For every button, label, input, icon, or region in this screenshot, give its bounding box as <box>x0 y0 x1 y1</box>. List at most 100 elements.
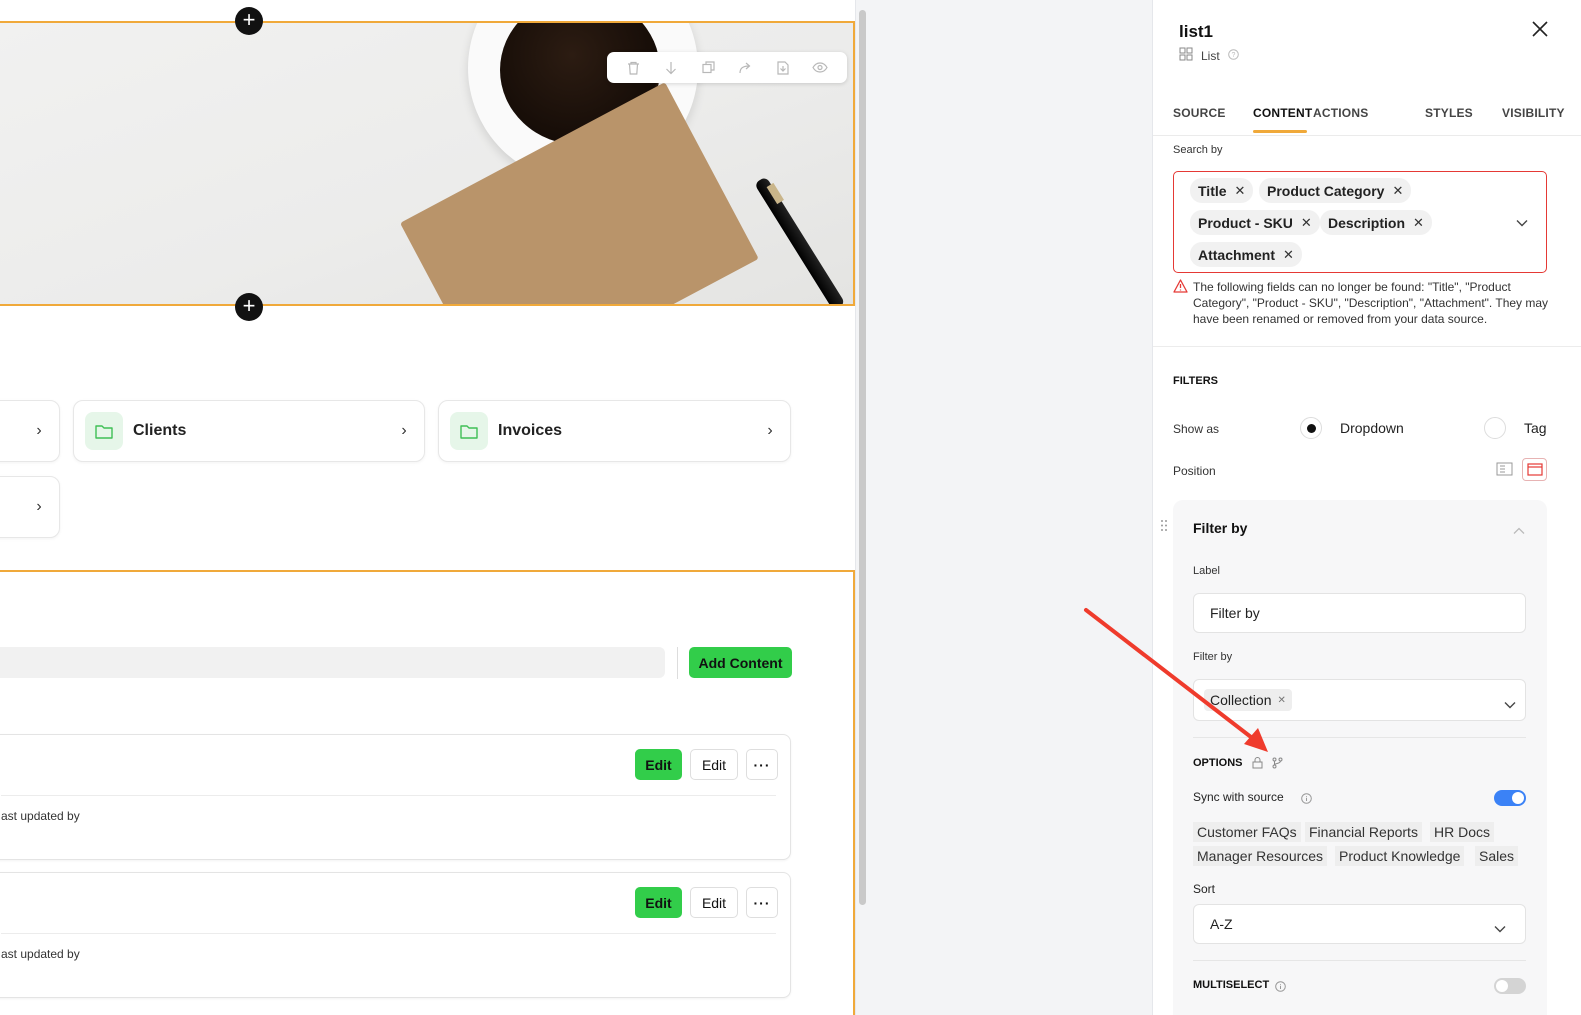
edit-secondary-button[interactable]: Edit <box>690 887 738 918</box>
info-icon[interactable] <box>1301 791 1312 809</box>
redo-icon[interactable] <box>737 59 755 77</box>
remove-chip-icon[interactable]: ✕ <box>1277 695 1285 706</box>
chevron-right-icon: › <box>767 422 773 439</box>
chevron-right-icon: › <box>36 498 42 515</box>
option-tag[interactable]: Product Knowledge <box>1335 846 1465 866</box>
folder-card-partial[interactable]: › <box>0 400 60 462</box>
sort-label: Sort <box>1193 882 1216 896</box>
hero-image-block[interactable] <box>0 21 855 306</box>
card-label: Invoices <box>498 422 563 439</box>
copy-icon[interactable] <box>699 59 717 77</box>
option-tag[interactable]: Financial Reports <box>1305 822 1422 842</box>
position-label: Position <box>1173 464 1216 478</box>
filter-chip: Collection ✕ <box>1204 689 1292 711</box>
eye-icon[interactable] <box>811 59 829 77</box>
search-by-select[interactable]: Title ✕ Product Category ✕ Product - SKU ✕ … <box>1173 171 1547 273</box>
tab-actions[interactable]: ACTIONS <box>1313 106 1368 120</box>
divider <box>1153 346 1581 347</box>
panel-title: list1 <box>1179 22 1214 41</box>
sort-select[interactable]: A-Z <box>1193 904 1526 944</box>
show-as-tag-radio[interactable] <box>1484 417 1506 439</box>
folder-icon <box>85 412 123 450</box>
divider <box>1193 737 1526 738</box>
tab-content[interactable]: CONTENT <box>1253 106 1312 120</box>
search-chip-title: Title ✕ <box>1190 178 1254 203</box>
chip-label: Attachment <box>1198 246 1276 263</box>
show-as-tag-label: Tag <box>1524 420 1547 436</box>
folder-card-partial[interactable]: › <box>0 476 60 538</box>
more-options-button[interactable]: ··· <box>746 749 778 780</box>
canvas-scrollbar-thumb[interactable] <box>859 10 866 905</box>
help-icon[interactable]: ? <box>1227 48 1239 63</box>
more-options-button[interactable]: ··· <box>746 887 778 918</box>
edit-primary-button[interactable]: Edit <box>635 749 682 780</box>
drag-handle-icon[interactable] <box>1160 519 1168 537</box>
trash-icon[interactable] <box>625 59 643 77</box>
list-item[interactable]: Edit Edit ··· ast updated by <box>0 734 791 860</box>
search-chip-product-category: Product Category ✕ <box>1259 178 1412 203</box>
chevron-right-icon: › <box>36 422 42 439</box>
option-tag[interactable]: Manager Resources <box>1193 846 1328 866</box>
chevron-up-icon[interactable] <box>1513 522 1525 540</box>
chip-label: Description <box>1328 214 1406 231</box>
filter-by-field-label: Filter by <box>1193 651 1233 663</box>
chip-label: Product - SKU <box>1198 214 1293 231</box>
branch-icon[interactable] <box>1272 756 1283 774</box>
info-icon[interactable] <box>1275 979 1286 997</box>
multiselect-label: MULTISELECT <box>1193 979 1270 991</box>
filters-heading: FILTERS <box>1173 375 1219 387</box>
divider <box>1 933 776 934</box>
folder-icon <box>450 412 488 450</box>
filter-by-title: Filter by <box>1193 520 1248 536</box>
close-icon[interactable] <box>1531 18 1549 44</box>
sort-value: A-Z <box>1210 916 1233 932</box>
option-tag[interactable]: Sales <box>1475 846 1519 866</box>
tab-styles[interactable]: STYLES <box>1425 106 1473 120</box>
sync-with-source-label: Sync with source <box>1193 790 1284 804</box>
position-left-icon[interactable] <box>1496 462 1513 481</box>
component-type: List ? <box>1179 47 1239 64</box>
tab-visibility[interactable]: VISIBILITY <box>1502 106 1565 120</box>
remove-chip-icon[interactable]: ✕ <box>1392 183 1403 199</box>
show-as-dropdown-radio[interactable] <box>1300 417 1322 439</box>
filter-by-select[interactable]: Collection ✕ <box>1193 679 1526 721</box>
remove-chip-icon[interactable]: ✕ <box>1301 215 1312 231</box>
show-as-label: Show as <box>1173 422 1220 436</box>
remove-chip-icon[interactable]: ✕ <box>1283 247 1294 263</box>
remove-chip-icon[interactable]: ✕ <box>1235 183 1246 199</box>
divider <box>1 795 776 796</box>
add-block-above-button[interactable]: + <box>235 7 263 35</box>
tab-source[interactable]: SOURCE <box>1173 106 1226 120</box>
remove-chip-icon[interactable]: ✕ <box>1413 215 1424 231</box>
properties-panel: list1 List ? SOURCE CONTENT ACTIONS STYL… <box>1152 0 1581 1015</box>
chip-label: Product Category <box>1267 182 1385 199</box>
chevron-down-icon[interactable] <box>1516 214 1528 232</box>
content-search-input[interactable] <box>0 647 665 678</box>
arrow-down-icon[interactable] <box>662 59 680 77</box>
multiselect-toggle[interactable] <box>1494 978 1526 994</box>
chip-label: Collection <box>1210 692 1272 708</box>
chevron-right-icon: › <box>401 422 407 439</box>
folder-card-invoices[interactable]: Invoices › <box>438 400 791 462</box>
panel-tabs: SOURCE CONTENT ACTIONS STYLES VISIBILITY <box>1153 96 1581 136</box>
export-icon[interactable] <box>774 59 792 77</box>
folder-card-clients[interactable]: Clients › <box>73 400 425 462</box>
last-updated-text: ast updated by <box>1 947 80 961</box>
list-item[interactable]: Edit Edit ··· ast updated by <box>0 872 791 998</box>
filter-label-input[interactable]: Filter by <box>1193 593 1526 633</box>
option-tag[interactable]: Customer FAQs <box>1193 822 1301 842</box>
chevron-down-icon[interactable] <box>1504 696 1516 712</box>
svg-text:?: ? <box>1231 52 1235 59</box>
lock-icon[interactable] <box>1252 756 1263 774</box>
option-tag[interactable]: HR Docs <box>1430 822 1495 842</box>
position-top-icon[interactable] <box>1522 458 1547 481</box>
filter-config-card: Filter by Label Filter by Filter by Coll… <box>1173 500 1547 1015</box>
chevron-down-icon[interactable] <box>1494 920 1506 936</box>
sync-with-source-toggle[interactable] <box>1494 790 1526 806</box>
add-content-button[interactable]: Add Content <box>689 647 792 678</box>
add-block-below-button[interactable]: + <box>235 293 263 321</box>
divider <box>1193 960 1526 961</box>
edit-primary-button[interactable]: Edit <box>635 887 682 918</box>
search-chip-attachment: Attachment ✕ <box>1190 242 1302 267</box>
edit-secondary-button[interactable]: Edit <box>690 749 738 780</box>
